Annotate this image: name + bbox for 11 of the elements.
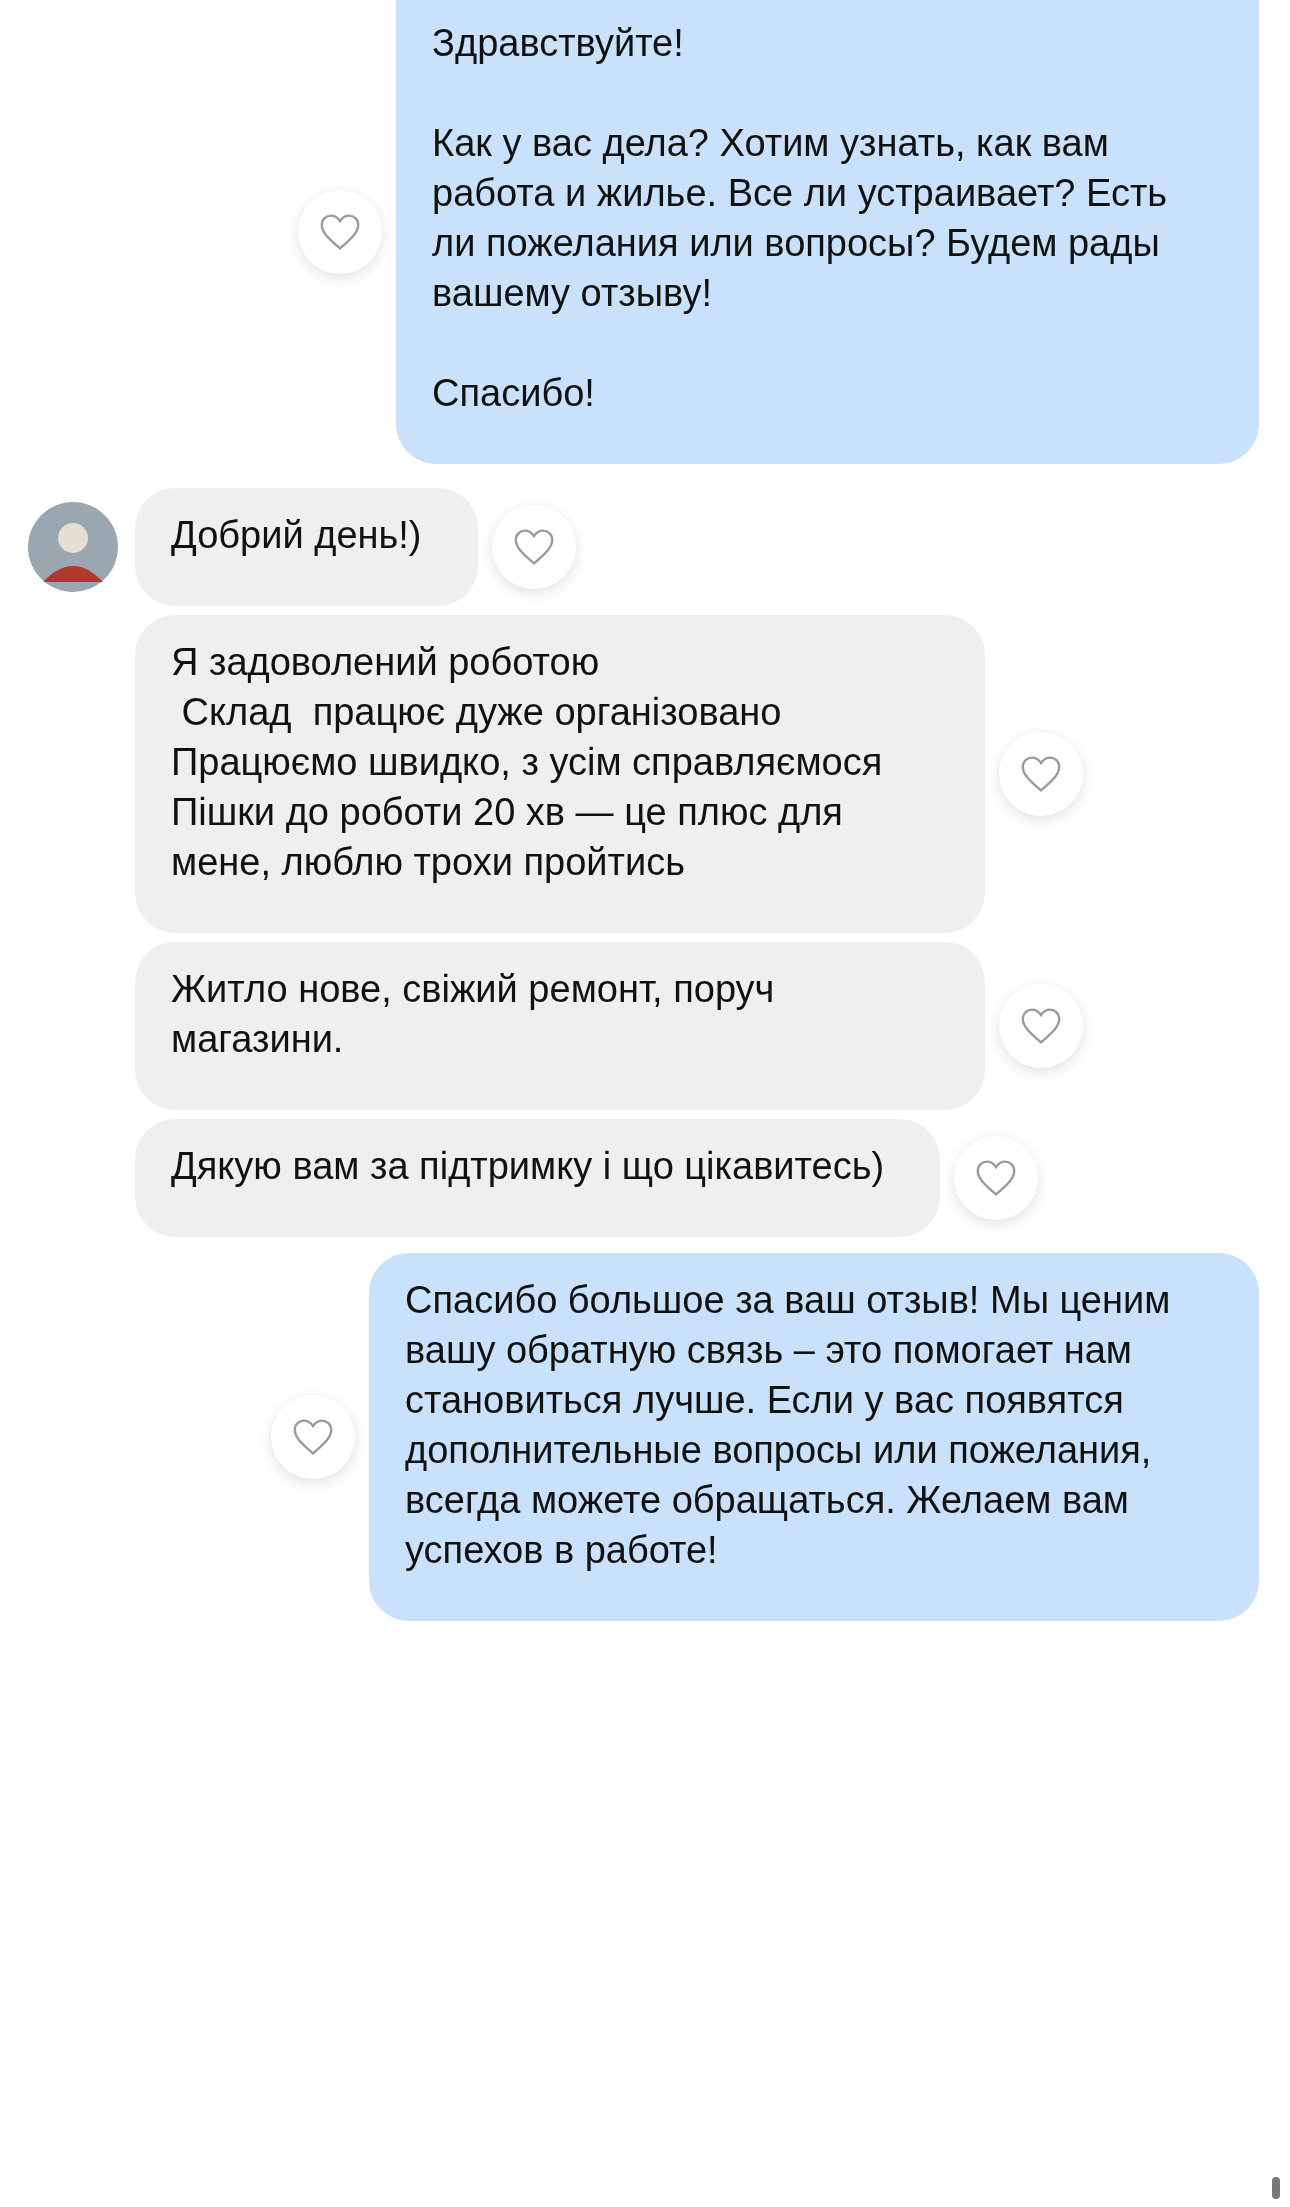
message-bubble: Здравствуйте! Как у вас дела? Хотим узнать, как вам работа и жилье. Все ли устраивает? Есть ли пожелания или вопросы? Будем рады вашему отзыву! Спасибо! bbox=[396, 0, 1259, 464]
message-bubble: Добрий день!) bbox=[135, 488, 478, 606]
heart-icon bbox=[318, 212, 362, 252]
heart-icon bbox=[1019, 1006, 1063, 1046]
message-bubble: Житло нове, свіжий ремонт, поруч магазини. bbox=[135, 942, 985, 1110]
message-bubble: Спасибо большое за ваш отзыв! Мы ценим вашу обратную связь – это помогает нам становиться лучше. Если у вас появятся дополнительные вопросы или пожелания, всегда можете обращаться. Желаем вам успехов в работе! bbox=[369, 1253, 1259, 1621]
message-bubble: Дякую вам за підтримку і що цікавитесь) bbox=[135, 1119, 941, 1237]
heart-icon bbox=[1019, 754, 1063, 794]
scroll-indicator bbox=[1272, 2177, 1280, 2199]
heart-icon bbox=[291, 1417, 335, 1457]
message-bubble: Я задоволений роботою Склад працює дуже організовано Працюємо швидко, з усім справляємося Пішки до роботи 20 хв — це плюс для мене, люблю трохи пройтись bbox=[135, 615, 985, 933]
